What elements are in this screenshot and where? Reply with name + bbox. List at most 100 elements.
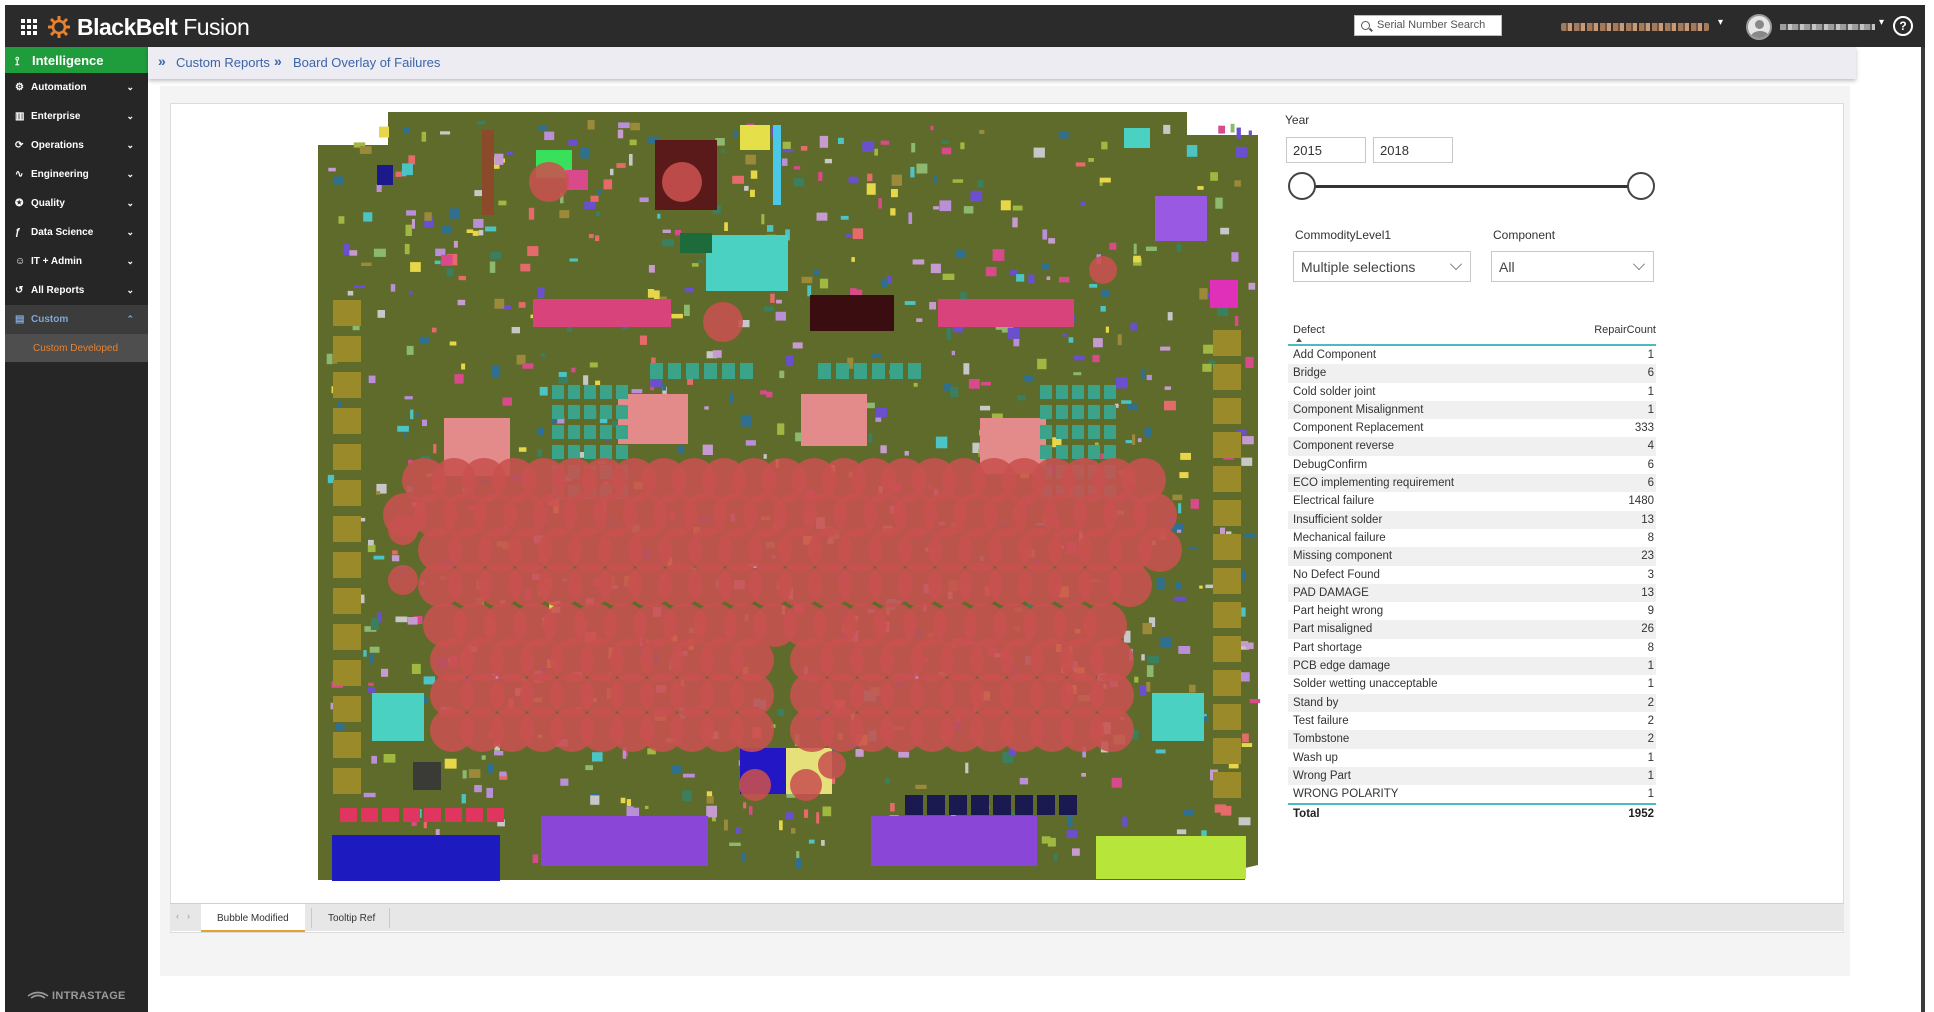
sidebar-item-all-reports[interactable]: ↺ All Reports ⌄ [5, 276, 148, 305]
table-row[interactable]: ECO implementing requirement 6 [1288, 474, 1656, 493]
year-from-input[interactable]: 2015 [1286, 137, 1366, 163]
repaircount-cell: 1 [1647, 403, 1654, 416]
organization-name-redacted[interactable] [1561, 23, 1709, 31]
defect-cell: Component reverse [1293, 440, 1394, 453]
chevron-down-icon [1450, 258, 1462, 270]
sidebar-item-engineering[interactable]: ∿ Engineering ⌄ [5, 160, 148, 189]
cog-icon: ⚙ [15, 82, 24, 93]
app-launcher-icon[interactable] [21, 19, 39, 35]
table-row[interactable]: Component Replacement 333 [1288, 419, 1656, 437]
help-icon[interactable]: ? [1893, 16, 1913, 36]
table-row[interactable]: Part shortage 8 [1288, 639, 1656, 657]
table-row[interactable]: No Defect Found 3 [1288, 566, 1656, 584]
defect-cell: ECO implementing requirement [1293, 477, 1455, 490]
page-scrollbar[interactable] [1921, 47, 1925, 1012]
defect-cell: Wrong Part [1293, 769, 1351, 782]
table-row[interactable]: Solder wetting unacceptable 1 [1288, 675, 1656, 693]
defect-cell: Add Component [1293, 349, 1377, 361]
sidebar-item-it-admin[interactable]: ☺ IT + Admin ⌄ [5, 247, 148, 276]
chevron-down-icon: ⌄ [126, 111, 134, 121]
intrastage-mark-icon [27, 991, 49, 999]
defect-cell: Test failure [1293, 714, 1349, 727]
user-gear-icon: ☺ [15, 256, 26, 267]
commodity-dropdown[interactable]: Multiple selections [1293, 251, 1471, 282]
sidebar: ⟟ Intelligence ⚙ Automation ⌄ ▥ Enterprise ⌄ … [5, 47, 148, 1012]
chevron-down-icon: ⌄ [126, 256, 134, 266]
double-chevron-icon: » [158, 53, 166, 69]
repaircount-cell: 6 [1647, 458, 1654, 471]
user-avatar[interactable] [1746, 14, 1772, 40]
sidebar-item-automation[interactable]: ⚙ Automation ⌄ [5, 73, 148, 102]
table-row[interactable]: PCB edge damage 1 [1288, 657, 1656, 676]
year-to-input[interactable]: 2018 [1373, 137, 1453, 163]
chevron-down-icon: ⌄ [126, 227, 134, 237]
table-row[interactable]: Insufficient solder 13 [1288, 510, 1656, 529]
sidebar-item-quality[interactable]: ✪ Quality ⌄ [5, 189, 148, 218]
serial-number-search-input[interactable]: Serial Number Search [1354, 15, 1502, 36]
year-slider-start-handle[interactable] [1288, 172, 1316, 200]
sidebar-item-operations[interactable]: ⟳ Operations ⌄ [5, 131, 148, 160]
table-row[interactable]: WRONG POLARITY 1 [1288, 785, 1656, 803]
table-row[interactable]: Electrical failure 1480 [1288, 492, 1656, 510]
sidebar-item-data-science[interactable]: ƒ Data Science ⌄ [5, 218, 148, 247]
table-row[interactable]: Component Misalignment 1 [1288, 400, 1656, 420]
chevron-down-icon: ⌄ [126, 82, 134, 92]
sidebar-item-custom[interactable]: ▤ Custom ⌃ [5, 305, 148, 334]
column-header-repaircount[interactable]: RepairCount [1594, 324, 1656, 336]
chevron-down-icon: ⌄ [126, 140, 134, 150]
repaircount-cell: 6 [1647, 477, 1654, 490]
defect-cell: No Defect Found [1293, 568, 1380, 581]
intrastage-logo: INTRASTAGE [27, 990, 126, 1002]
tab-tooltip-ref[interactable]: Tooltip Ref [312, 904, 391, 932]
table-body: Add Component 1 Bridge 6 Cold solder joint 1 C… [1288, 346, 1656, 803]
table-row[interactable]: Missing component 23 [1288, 547, 1656, 566]
user-menu-caret-icon[interactable]: ▾ [1879, 17, 1884, 28]
repaircount-cell: 26 [1641, 623, 1654, 636]
table-row[interactable]: Cold solder joint 1 [1288, 383, 1656, 401]
year-range-slider[interactable] [1302, 185, 1639, 188]
history-icon: ↺ [15, 285, 24, 296]
repaircount-cell: 2 [1647, 714, 1654, 727]
defect-cell: Tombstone [1293, 733, 1350, 746]
table-row[interactable]: Tombstone 2 [1288, 730, 1656, 749]
table-row[interactable]: Stand by 2 [1288, 693, 1656, 712]
year-slider-end-handle[interactable] [1627, 172, 1655, 200]
tab-bubble-modified[interactable]: Bubble Modified [201, 904, 305, 932]
defect-cell: DebugConfirm [1293, 458, 1368, 471]
breadcrumb-board-overlay[interactable]: Board Overlay of Failures [293, 55, 440, 70]
table-row[interactable]: DebugConfirm 6 [1288, 456, 1656, 474]
table-row[interactable]: Test failure 2 [1288, 712, 1656, 730]
table-row[interactable]: Component reverse 4 [1288, 437, 1656, 456]
tab-scroll-right-icon[interactable]: › [187, 911, 190, 921]
defect-cell: Mechanical failure [1293, 531, 1386, 544]
component-dropdown[interactable]: All [1491, 251, 1654, 282]
table-row[interactable]: Add Component 1 [1288, 346, 1656, 364]
report-tabs: ‹ › Bubble Modified Tooltip Ref [170, 903, 1844, 932]
table-row[interactable]: Wrong Part 1 [1288, 766, 1656, 786]
table-row[interactable]: Wash up 1 [1288, 749, 1656, 767]
sidebar-item-enterprise[interactable]: ▥ Enterprise ⌄ [5, 102, 148, 131]
repaircount-cell: 13 [1641, 513, 1654, 526]
table-row[interactable]: Part height wrong 9 [1288, 602, 1656, 620]
table-row[interactable]: Bridge 6 [1288, 364, 1656, 383]
repaircount-cell: 1 [1647, 678, 1654, 691]
org-caret-icon[interactable]: ▾ [1718, 17, 1723, 28]
waveform-icon: ∿ [15, 169, 24, 180]
sidebar-item-intelligence[interactable]: ⟟ Intelligence [5, 47, 148, 73]
tab-scroll-left-icon[interactable]: ‹ [176, 911, 179, 921]
column-header-defect[interactable]: Defect [1293, 324, 1325, 336]
tab-divider [389, 908, 390, 928]
defect-cell: Part misaligned [1293, 623, 1373, 636]
repaircount-cell: 9 [1647, 605, 1654, 618]
chevron-down-icon: ⌄ [126, 285, 134, 295]
document-icon: ▤ [15, 314, 25, 325]
table-row[interactable]: Part misaligned 26 [1288, 620, 1656, 639]
sidebar-subitem-custom-developed[interactable]: Custom Developed [5, 334, 148, 362]
table-row[interactable]: Mechanical failure 8 [1288, 529, 1656, 547]
user-name-redacted[interactable] [1780, 24, 1875, 30]
app-brand[interactable]: BlackBelt Fusion [77, 14, 250, 41]
breadcrumb-custom-reports[interactable]: Custom Reports [176, 55, 270, 70]
repaircount-cell: 8 [1647, 531, 1654, 544]
chevron-up-icon: ⌃ [126, 314, 134, 324]
table-row[interactable]: PAD DAMAGE 13 [1288, 583, 1656, 603]
